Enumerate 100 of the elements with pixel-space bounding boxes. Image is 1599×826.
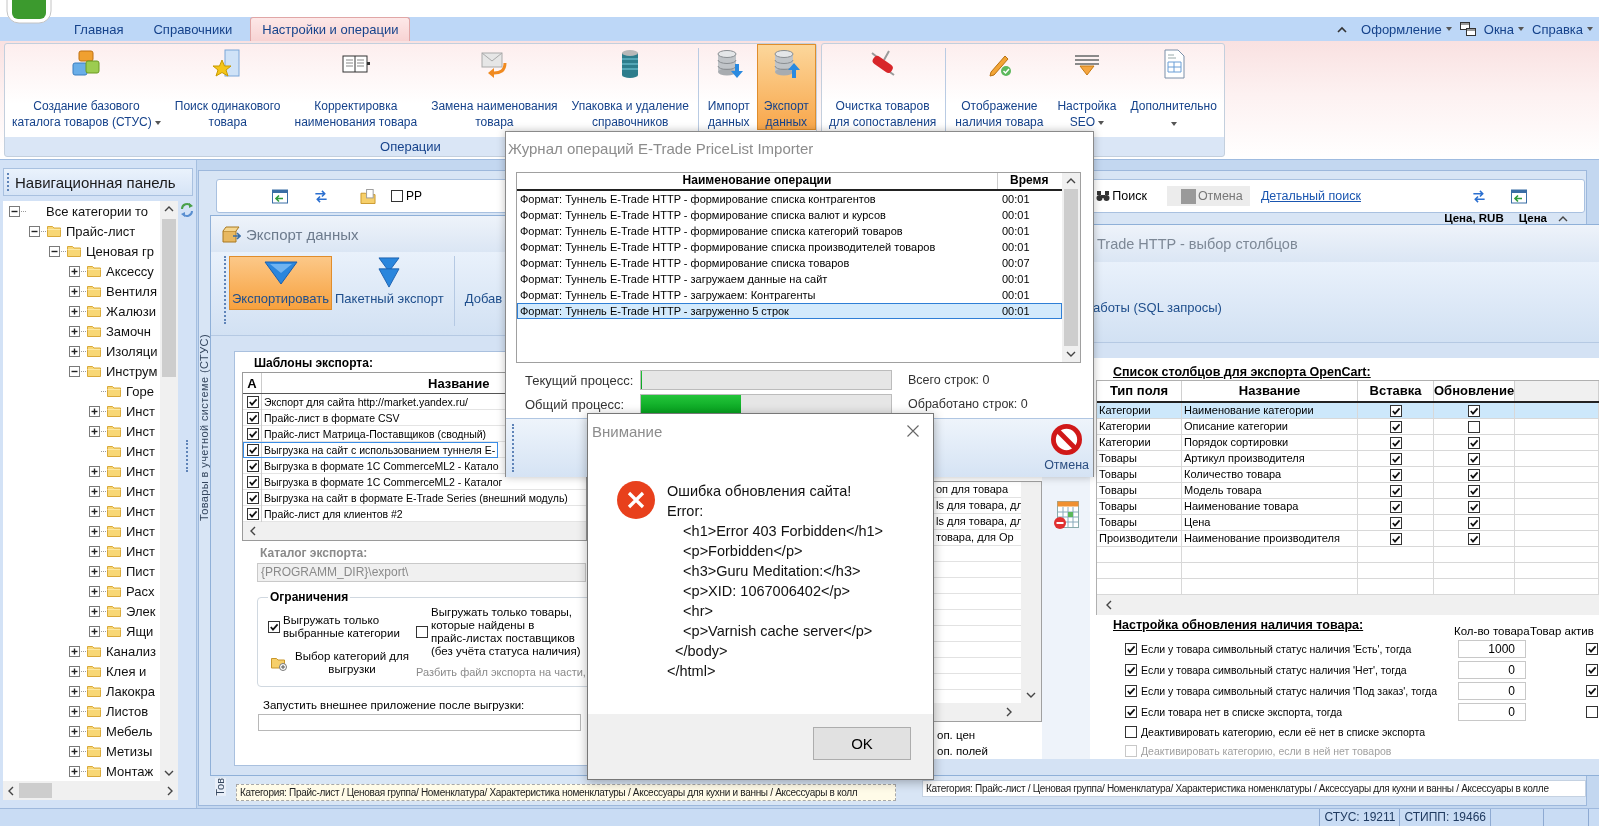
vertical-tab[interactable]: Тов [215,778,226,796]
checkbox[interactable] [1468,500,1480,513]
plus-box-icon[interactable] [68,685,80,697]
tree-item[interactable]: Инст [126,503,155,519]
checkbox[interactable] [1468,404,1480,417]
ribbon-button[interactable]: Очистка товаров для сопоставления [821,44,944,130]
plus-box-icon[interactable] [68,265,80,277]
plus-box-icon[interactable] [68,665,80,677]
input-field[interactable] [258,714,581,731]
checkbox[interactable] [1389,420,1402,433]
plus-box-icon[interactable] [88,565,100,577]
table-row[interactable]: Категории Порядок сортировки [1097,435,1599,451]
tree-item[interactable]: Инст [126,463,155,479]
table-row[interactable]: Категории Наименование категории [1097,403,1599,419]
cancel-button[interactable]: Отмена [1044,424,1089,472]
tree-item[interactable]: Изоляци [106,343,158,359]
plus-box-icon[interactable] [68,285,80,297]
tree-item[interactable]: Вентиля [106,283,157,299]
menu-button[interactable]: Справка [1528,18,1597,40]
table-row[interactable]: Товары Количество товара [1097,467,1599,483]
checkbox[interactable] [246,428,259,440]
plus-box-icon[interactable] [88,465,100,477]
menu-button[interactable]: Окна [1455,18,1528,40]
calendar-minus-icon[interactable] [1053,500,1079,530]
checkbox[interactable] [1389,436,1402,449]
minus-box-icon[interactable] [28,225,40,237]
scrollbar-thumb[interactable] [19,783,52,798]
toolbar-button[interactable]: Пакетный экспорт [332,256,447,310]
checkbox[interactable] [1125,663,1137,676]
checkbox[interactable] [1468,484,1480,497]
chevron-down-icon[interactable] [1066,351,1076,357]
checkbox[interactable] [246,396,259,408]
swap-arrows-icon[interactable] [1471,188,1487,204]
table-row[interactable]: Выгрузка на сайт в формате E-Trade Series (внешний модуль) [243,490,571,506]
table-row[interactable]: Товары Артикул производителя [1097,451,1599,467]
vertical-tab[interactable]: Товары в учетной системе (СТУС) [199,334,210,522]
checkbox[interactable] [1389,532,1402,545]
tree-item[interactable]: Монтаж [106,763,154,779]
table-row[interactable]: Формат: Туннель E-Trade HTTP - загружаем данные на сайт 00:01 [517,271,1062,287]
table-row[interactable]: Производители Наименование производителя [1097,531,1599,547]
checkbox[interactable] [1468,436,1480,449]
scrollbar[interactable] [3,781,178,800]
checkbox[interactable] [1586,663,1598,676]
plus-box-icon[interactable] [88,405,100,417]
plus-box-icon[interactable] [68,645,80,657]
tree-item[interactable]: Клея и [106,663,147,679]
chevron-up-icon[interactable] [1337,25,1348,33]
checkbox[interactable] [1389,516,1402,529]
tree-item[interactable]: Листов [106,703,149,719]
checkbox[interactable] [246,444,259,456]
table-row[interactable]: Формат: Туннель E-Trade HTTP - формирование списка категорий товаров 00:01 [517,223,1062,239]
ribbon-button[interactable]: Экспорт данных [756,44,816,130]
toolbar-button[interactable]: Добав [461,256,506,310]
plus-box-icon[interactable] [68,705,80,717]
scrollbar[interactable] [160,201,178,781]
tree-item[interactable]: Ящи [126,623,154,639]
toolbar-button[interactable]: Экспортировать [229,256,332,310]
checkbox[interactable] [1468,452,1480,465]
checkbox[interactable] [1125,705,1137,718]
tree-item[interactable]: Все категории то [46,203,149,219]
plus-box-icon[interactable] [88,425,100,437]
search-button[interactable]: Поиск [1096,189,1147,203]
chevron-left-icon[interactable] [1106,600,1112,610]
checkbox[interactable] [1389,468,1402,481]
tree-item[interactable]: Инст [126,403,155,419]
checkbox[interactable] [1468,468,1480,481]
plus-box-icon[interactable] [68,325,80,337]
plus-box-icon[interactable] [68,345,80,357]
folder-document-icon[interactable] [360,188,376,204]
minus-box-icon[interactable] [8,205,20,217]
ribbon-button[interactable]: Настройка SEO [1050,44,1124,130]
chevron-down-icon[interactable] [1026,692,1036,698]
table-row[interactable]: Формат: Туннель E-Trade HTTP - формирование списка производителей товаров 00:01 [517,239,1062,255]
menu-button[interactable]: Оформление [1357,18,1456,40]
checkbox[interactable] [1586,684,1598,697]
table-row[interactable]: Выгрузка в формате 1С CommerceML2 - Каталог [243,474,506,490]
ribbon-button[interactable]: Импорт данных [700,44,757,130]
plus-box-icon[interactable] [88,585,100,597]
checkbox[interactable] [1125,684,1137,697]
swap-arrows-icon[interactable] [313,188,329,204]
toolbar-button[interactable]: аботы (SQL запросы) [1093,300,1222,315]
minus-box-icon[interactable] [68,365,80,377]
ribbon-button[interactable]: Дополнительно [1123,44,1224,130]
table-row[interactable]: Прайс-лист Матрица-Поставщиков (сводный) [243,426,490,442]
ribbon-tab[interactable]: Настройки и операции [250,17,411,41]
checkbox[interactable] [268,621,280,633]
table-row[interactable]: Товары Модель товара [1097,483,1599,499]
table-row[interactable]: Экспорт для сайта http://market.yandex.ru/ [243,394,471,410]
checkbox[interactable] [1468,420,1480,433]
checkbox[interactable] [246,460,259,472]
tree-item[interactable]: Инст [126,443,155,459]
checkbox[interactable] [1389,404,1402,417]
quantity-field[interactable]: 0 [1458,702,1526,721]
plus-box-icon[interactable] [88,605,100,617]
plus-box-icon[interactable] [68,745,80,757]
minus-box-icon[interactable] [48,245,60,257]
plus-box-icon[interactable] [88,505,100,517]
tree-item[interactable]: Инструм [106,363,158,379]
detailed-search-link[interactable]: Детальный поиск [1260,189,1361,203]
table-row[interactable]: Товары Цена [1097,515,1599,531]
